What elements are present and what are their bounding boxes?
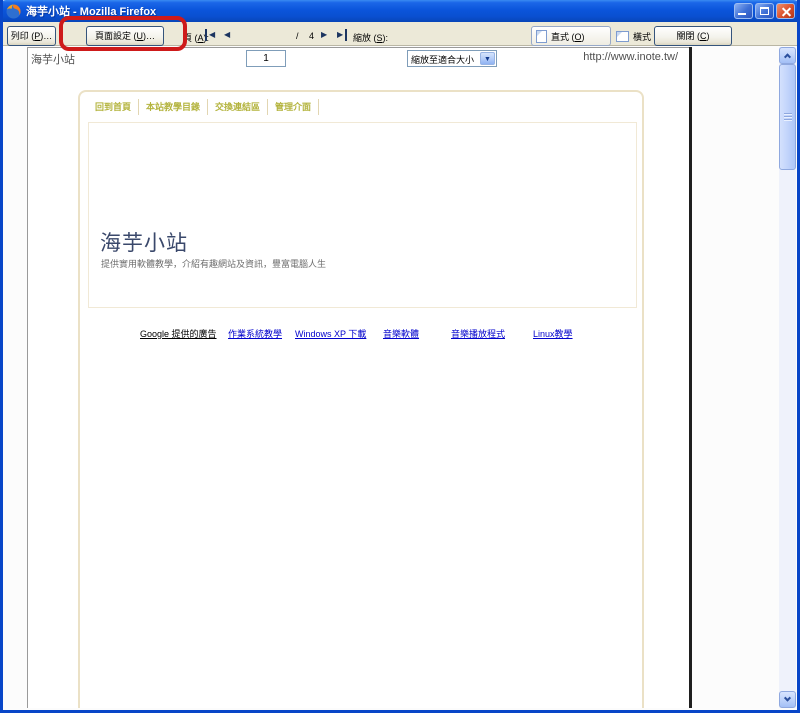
page-total: 4: [309, 31, 315, 41]
scroll-down-button[interactable]: [779, 691, 796, 708]
thumb-grip: [784, 113, 792, 122]
minimize-icon: [738, 13, 746, 15]
page-right-edge: [689, 47, 692, 708]
chevron-down-icon: [783, 694, 792, 702]
annotation-highlight: [59, 16, 187, 51]
tab-admin: 管理介面: [268, 99, 320, 115]
portrait-button[interactable]: 直式 (O): [531, 26, 611, 46]
scroll-up-button[interactable]: [779, 47, 796, 64]
zoom-value: 縮放至適合大小: [411, 55, 475, 65]
window-controls: [734, 3, 795, 19]
site-title: 海芋小站: [100, 232, 188, 255]
maximize-button[interactable]: [755, 3, 774, 19]
first-page-button[interactable]: ◀: [205, 29, 217, 41]
ad-link: Linux教學: [533, 329, 573, 339]
site-inner-box: [88, 122, 637, 308]
tab-link-exchange: 交換連結區: [208, 99, 269, 115]
chevron-up-icon: [783, 53, 792, 61]
scrollbar-thumb[interactable]: [779, 64, 796, 170]
site-subtitle: 提供實用軟體教學，介紹有趣網站及資訊，豐富電腦人生: [101, 259, 327, 269]
chevron-down-icon[interactable]: ▼: [480, 52, 495, 65]
zoom-label: 縮放 (S):: [353, 33, 389, 43]
tab-tutorials: 本站教學目錄: [139, 99, 209, 115]
landscape-page-icon: [616, 30, 629, 42]
portrait-page-icon: [536, 29, 547, 43]
firefox-icon: [6, 4, 21, 19]
minimize-button[interactable]: [734, 3, 753, 19]
ads-by-google-label: Google 提供的廣告: [140, 329, 217, 339]
next-page-button[interactable]: ▶: [319, 29, 329, 41]
ad-link: Windows XP 下載: [295, 329, 367, 339]
page-header-url: http://www.inote.tw/: [583, 51, 678, 63]
tab-home: 回到首頁: [88, 99, 140, 115]
ad-link: 作業系統教學: [228, 329, 283, 339]
close-window-button[interactable]: [776, 3, 795, 19]
last-page-button[interactable]: ▶: [335, 29, 348, 41]
maximize-icon: [760, 7, 769, 15]
portrait-label: 直式 (O): [551, 31, 585, 42]
page-header-title: 海芋小站: [31, 54, 75, 66]
print-button[interactable]: 列印 (P)…: [7, 26, 56, 46]
ad-link: 音樂播放程式: [451, 329, 506, 339]
page-separator: /: [296, 31, 299, 41]
firefox-window: 海芋小站 - Mozilla Firefox 列印 (P)… 頁面設定 (U)……: [0, 0, 800, 713]
zoom-select[interactable]: 縮放至適合大小 ▼: [407, 50, 497, 67]
close-preview-button[interactable]: 關閉 (C): [654, 26, 732, 46]
ad-link: 音樂軟體: [383, 329, 420, 339]
vertical-scrollbar[interactable]: [779, 47, 796, 708]
previous-page-button[interactable]: ◀: [222, 29, 232, 41]
page-number-input[interactable]: [246, 50, 286, 67]
site-nav-tabs: 回到首頁 本站教學目錄 交換連結區 管理介面: [88, 99, 320, 115]
